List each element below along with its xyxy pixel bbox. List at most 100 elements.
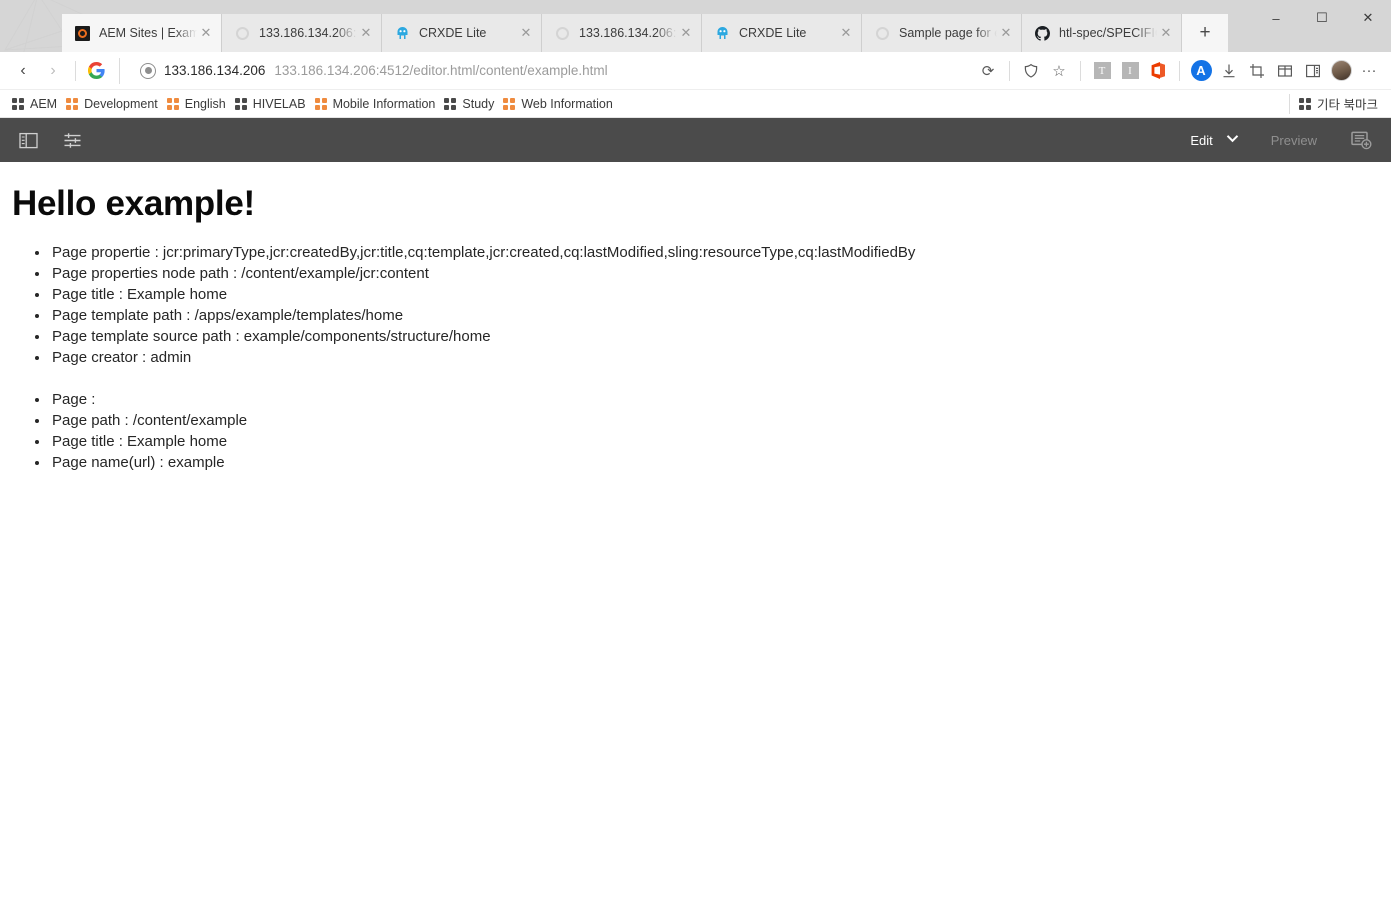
tab-title: Sample page for e [899,26,997,40]
tab-title: 133.186.134.206:45 [259,26,357,40]
page-info-list: Page : Page path : /content/example Page… [0,389,1391,473]
aem-editor-toolbar: Edit Preview [0,118,1391,162]
bookmark-item-development[interactable]: Development [64,93,165,115]
list-item: Page title : Example home [50,431,1391,452]
bookmark-item-other[interactable]: 기타 북마크 [1297,93,1385,115]
bookmark-label: Study [462,96,495,111]
browser-tab-4[interactable]: 133.186.134.206:45 ✕ [542,14,702,52]
maximize-button[interactable]: ☐ [1299,0,1345,36]
sliders-icon[interactable] [50,118,94,162]
close-icon[interactable]: ✕ [677,24,695,42]
bookmark-label: 기타 북마크 [1317,98,1378,112]
adobe-icon[interactable]: A [1187,57,1215,85]
bookmark-label: Web Information [521,96,613,111]
folder-icon [503,97,516,110]
extension-t-icon[interactable]: T [1088,57,1116,85]
folder-icon [1299,97,1312,110]
list-item: Page title : Example home [50,284,1391,305]
edit-mode-selector[interactable]: Edit [1176,118,1248,162]
crxde-icon [394,25,410,41]
bookmark-label: AEM [30,96,58,111]
split-screen-icon[interactable] [1271,57,1299,85]
tab-list: AEM Sites | Examp ✕ 133.186.134.206:45 ✕ [62,0,1228,52]
close-icon[interactable]: ✕ [357,24,375,42]
url-path: 133.186.134.206:4512/editor.html/content… [274,63,608,78]
page-content: Hello example! Page propertie : jcr:prim… [0,162,1391,923]
address-bar: ‹ › 133.186.134.206 133.186.134.206:4512… [0,52,1391,90]
bookmark-item-english[interactable]: English [165,93,233,115]
loading-ring-icon [874,25,890,41]
minimize-button[interactable]: – [1253,0,1299,36]
page-title: Hello example! [12,184,255,223]
preview-button[interactable]: Preview [1249,118,1339,162]
close-icon[interactable]: ✕ [1157,24,1175,42]
download-icon[interactable] [1215,57,1243,85]
tab-title: 133.186.134.206:45 [579,26,677,40]
url-host: 133.186.134.206 [164,63,266,78]
crop-icon[interactable] [1243,57,1271,85]
folder-icon [234,97,247,110]
list-item: Page path : /content/example [50,410,1391,431]
browser-tab-3[interactable]: CRXDE Lite ✕ [382,14,542,52]
close-icon[interactable]: ✕ [197,24,215,42]
close-icon[interactable]: ✕ [997,24,1015,42]
reading-view-icon[interactable] [1299,57,1327,85]
office-icon[interactable] [1144,57,1172,85]
bookmark-item-study[interactable]: Study [442,93,501,115]
shield-icon[interactable] [1017,57,1045,85]
aem-icon [74,25,90,41]
google-icon[interactable] [83,58,109,84]
toolbar-icons: ⟳ ☆ T I A ··· [974,57,1383,85]
avatar[interactable] [1327,57,1355,85]
folder-icon [166,97,179,110]
list-item: Page name(url) : example [50,452,1391,473]
tab-title: htl-spec/SPECIFICA [1059,26,1157,40]
folder-icon [66,97,79,110]
add-annotation-icon[interactable] [1339,118,1383,162]
browser-tab-1[interactable]: AEM Sites | Examp ✕ [62,14,222,52]
list-item: Page template path : /apps/example/templ… [50,305,1391,326]
page-properties-list: Page propertie : jcr:primaryType,jcr:cre… [0,242,1391,368]
side-panel-icon[interactable] [6,118,50,162]
back-button[interactable]: ‹ [8,56,38,86]
edit-mode-label: Edit [1190,132,1213,148]
extension-i-icon[interactable]: I [1116,57,1144,85]
browser-tab-6[interactable]: Sample page for e ✕ [862,14,1022,52]
favorite-star-icon[interactable]: ☆ [1045,57,1073,85]
bookmark-item-mobile-information[interactable]: Mobile Information [313,93,443,115]
bookmark-label: English [184,96,226,111]
loading-ring-icon [554,25,570,41]
loading-ring-icon [234,25,250,41]
refresh-icon[interactable]: ⟳ [974,57,1002,85]
bookmarks-bar: AEM Development English HIVELAB Mobile I… [0,90,1391,118]
close-icon[interactable]: ✕ [517,24,535,42]
url-field[interactable]: 133.186.134.206 133.186.134.206:4512/edi… [130,56,974,86]
folder-icon [314,97,327,110]
divider [1289,93,1291,114]
bookmark-item-aem[interactable]: AEM [10,93,64,115]
tab-title: CRXDE Lite [419,26,487,40]
list-item: Page creator : admin [50,347,1391,368]
bookmark-label: Mobile Information [332,96,436,111]
bookmark-item-web-information[interactable]: Web Information [501,93,619,115]
close-icon[interactable]: ✕ [837,24,855,42]
folder-icon [444,97,457,110]
divider [75,60,76,81]
browser-tab-7[interactable]: htl-spec/SPECIFICA ✕ [1022,14,1182,52]
bookmark-item-hivelab[interactable]: HIVELAB [233,93,313,115]
tab-title: AEM Sites | Examp [99,26,197,40]
divider [1009,60,1010,81]
new-tab-button[interactable]: + [1182,14,1228,52]
browser-tab-2[interactable]: 133.186.134.206:45 ✕ [222,14,382,52]
tab-title: CRXDE Lite [739,26,807,40]
bookmark-label: HIVELAB [252,96,306,111]
forward-button[interactable]: › [38,56,68,86]
close-window-button[interactable]: ✕ [1345,0,1391,36]
window-controls: – ☐ ✕ [1253,0,1391,36]
more-menu-icon[interactable]: ··· [1355,57,1383,85]
chevron-down-icon [1226,134,1239,146]
site-info-icon[interactable] [140,62,156,79]
crxde-icon [714,25,730,41]
browser-tab-5[interactable]: CRXDE Lite ✕ [702,14,862,52]
bookmark-label: Development [84,96,158,111]
